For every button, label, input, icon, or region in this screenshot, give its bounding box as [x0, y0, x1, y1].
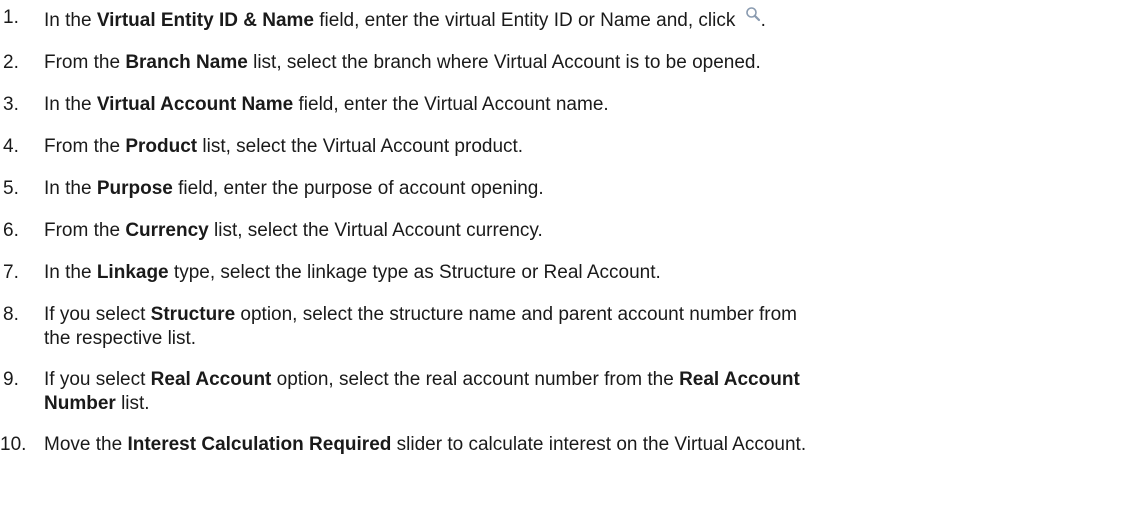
step-text: In the	[44, 178, 97, 199]
step-5: 5. In the Purpose field, enter the purpo…	[0, 177, 1133, 201]
step-text: In the	[44, 262, 97, 283]
field-name: Currency	[125, 220, 209, 241]
step-number: 9.	[3, 369, 19, 390]
step-number: 10.	[0, 434, 27, 455]
field-name: Real Account	[679, 369, 800, 390]
step-text: From the	[44, 136, 126, 157]
field-name-continued: Number	[44, 393, 116, 414]
step-number: 5.	[3, 178, 19, 199]
field-name: Structure	[150, 304, 236, 325]
step-text: From the	[44, 220, 126, 241]
step-text: list, select the branch where Virtual Ac…	[247, 52, 761, 73]
field-name: Virtual Entity ID & Name	[96, 10, 314, 31]
step-number: 7.	[3, 262, 19, 283]
field-name: Purpose	[96, 178, 173, 199]
step-1: 1. In the Virtual Entity ID & Name field…	[0, 6, 1133, 33]
step-text: option, select the real account number f…	[271, 369, 680, 390]
field-name: Virtual Account Name	[96, 94, 294, 115]
step-text: list, select the Virtual Account currenc…	[208, 220, 543, 241]
step-6: 6. From the Currency list, select the Vi…	[0, 219, 1133, 243]
field-name: Product	[125, 136, 198, 157]
step-text-continued: the respective list.	[44, 328, 197, 349]
step-text: list, select the Virtual Account product…	[197, 136, 524, 157]
step-2: 2. From the Branch Name list, select the…	[0, 51, 1133, 75]
step-text: field, enter the Virtual Account name.	[293, 94, 609, 115]
step-number: 6.	[3, 220, 19, 241]
step-7: 7. In the Linkage type, select the linka…	[0, 261, 1133, 285]
step-number: 4.	[3, 136, 19, 157]
step-number: 2.	[3, 52, 19, 73]
step-text: slider to calculate interest on the Virt…	[391, 434, 807, 455]
field-name: Interest Calculation Required	[127, 434, 392, 455]
step-text: option, select the structure name and pa…	[235, 304, 798, 325]
step-text: type, select the linkage type as Structu…	[168, 262, 661, 283]
step-text: .	[760, 10, 766, 31]
field-name: Linkage	[96, 262, 169, 283]
step-number: 1.	[3, 7, 19, 28]
instruction-steps: 1. In the Virtual Entity ID & Name field…	[0, 0, 1133, 457]
search-icon	[745, 7, 760, 22]
step-4: 4. From the Product list, select the Vir…	[0, 135, 1133, 159]
step-9: 9. If you select Real Account option, se…	[0, 368, 1133, 416]
step-8: 8. If you select Structure option, selec…	[0, 303, 1133, 351]
step-text: In the	[44, 94, 97, 115]
step-text: If you select	[44, 304, 151, 325]
step-text: field, enter the virtual Entity ID or Na…	[313, 10, 741, 31]
field-name: Real Account	[150, 369, 272, 390]
step-number: 3.	[3, 94, 19, 115]
step-3: 3. In the Virtual Account Name field, en…	[0, 93, 1133, 117]
step-text-continued: list.	[115, 393, 150, 414]
field-name: Branch Name	[125, 52, 248, 73]
step-text: field, enter the purpose of account open…	[172, 178, 544, 199]
step-number: 8.	[3, 304, 19, 325]
step-text: If you select	[44, 369, 151, 390]
step-10: 10. Move the Interest Calculation Requir…	[0, 433, 1133, 457]
step-text: In the	[44, 10, 97, 31]
step-text: From the	[44, 52, 126, 73]
step-text: Move the	[44, 434, 128, 455]
